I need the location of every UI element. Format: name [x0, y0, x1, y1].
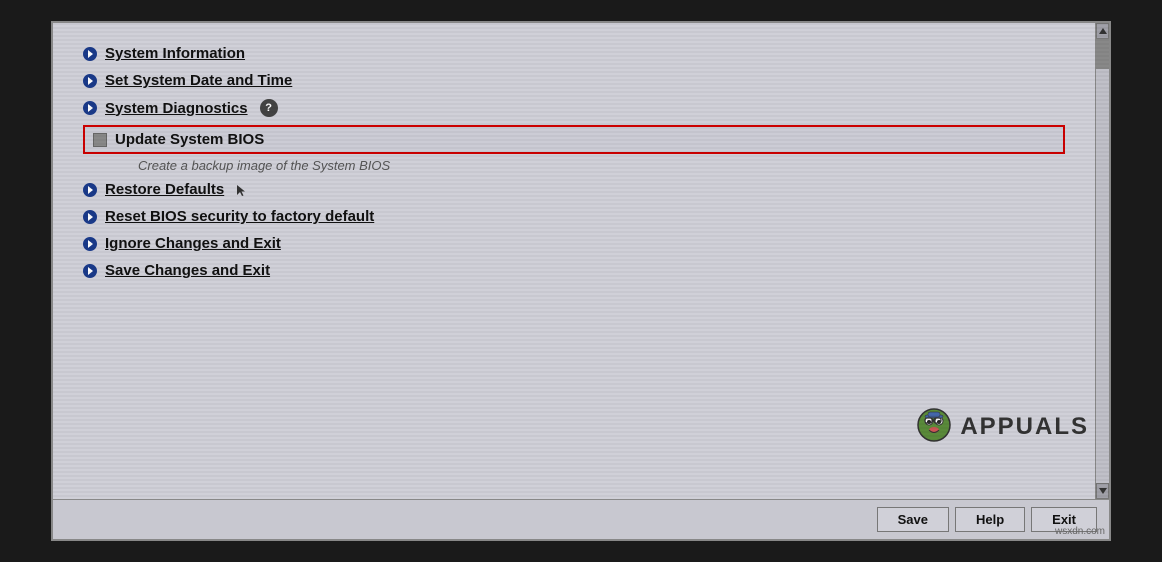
bullet-icon: [83, 47, 97, 61]
sidebar-item-ignore-changes[interactable]: Ignore Changes and Exit: [83, 233, 1065, 254]
scroll-down-button[interactable]: [1096, 483, 1109, 499]
bios-main-area: System Information Set System Date and T…: [53, 23, 1109, 499]
menu-item-label: Set System Date and Time: [105, 72, 292, 89]
sidebar-item-restore-defaults[interactable]: Restore Defaults: [83, 179, 1065, 200]
cursor-icon: [236, 184, 248, 196]
bullet-icon: [83, 183, 97, 197]
sub-text: Create a backup image of the System BIOS: [138, 158, 1065, 173]
scroll-up-button[interactable]: [1096, 23, 1109, 39]
menu-item-label: Save Changes and Exit: [105, 262, 270, 279]
save-button[interactable]: Save: [877, 507, 949, 532]
bullet-icon: [83, 237, 97, 251]
help-button[interactable]: Help: [955, 507, 1025, 532]
bios-screen: System Information Set System Date and T…: [51, 21, 1111, 541]
menu-item-label: System Information: [105, 45, 245, 62]
watermark-logo-text: APPUALS: [960, 413, 1089, 441]
watermark-area: APPUALS: [912, 405, 1089, 449]
scrollbar-thumb[interactable]: [1096, 39, 1109, 69]
sidebar-item-save-changes[interactable]: Save Changes and Exit: [83, 260, 1065, 281]
square-icon: [93, 133, 107, 147]
sidebar-item-system-information[interactable]: System Information: [83, 43, 1065, 64]
menu-item-label: Restore Defaults: [105, 181, 224, 198]
sidebar-item-system-diagnostics[interactable]: System Diagnostics ?: [83, 97, 1065, 119]
sidebar-item-reset-bios-security[interactable]: Reset BIOS security to factory default: [83, 206, 1065, 227]
menu-item-label: Reset BIOS security to factory default: [105, 208, 374, 225]
help-icon: ?: [260, 99, 278, 117]
sidebar-item-update-system-bios[interactable]: Update System BIOS: [83, 125, 1065, 154]
bullet-icon: [83, 210, 97, 224]
menu-item-label: Ignore Changes and Exit: [105, 235, 281, 252]
bottom-bar: Save Help Exit: [53, 499, 1109, 539]
scrollbar-track: [1096, 39, 1109, 483]
scrollbar[interactable]: [1095, 23, 1109, 499]
bullet-icon: [83, 101, 97, 115]
menu-item-label: Update System BIOS: [115, 131, 264, 148]
bullet-icon: [83, 74, 97, 88]
menu-item-label: System Diagnostics: [105, 100, 248, 117]
sidebar-item-set-system-date[interactable]: Set System Date and Time: [83, 70, 1065, 91]
bullet-icon: [83, 264, 97, 278]
mascot-icon: [912, 405, 956, 449]
source-label: wsxdn.com: [1055, 526, 1105, 537]
